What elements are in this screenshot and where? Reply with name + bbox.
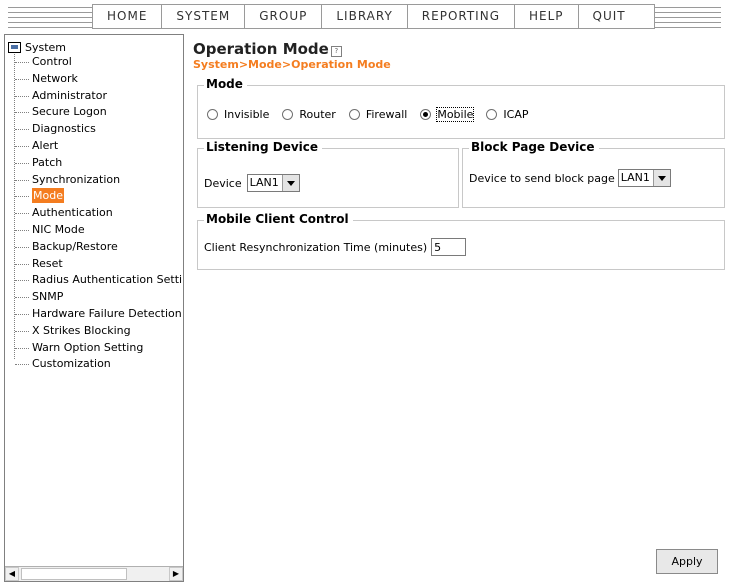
block-page-device-row: Device to send block page LAN1 (469, 169, 671, 187)
radio-firewall[interactable]: Firewall (348, 108, 407, 121)
top-menu-bar: HOME SYSTEM GROUP LIBRARY REPORTING HELP… (0, 0, 729, 30)
menu-items: HOME SYSTEM GROUP LIBRARY REPORTING HELP… (92, 4, 655, 29)
menu-group[interactable]: GROUP (244, 5, 322, 28)
listening-device-title: Listening Device (204, 140, 323, 154)
sidebar-item-x-strikes-blocking[interactable]: X Strikes Blocking (5, 323, 183, 340)
radio-mobile[interactable]: Mobile (420, 107, 475, 122)
page-title-text: Operation Mode (193, 40, 329, 58)
sidebar-item-warn-option-setting[interactable]: Warn Option Setting (5, 340, 183, 357)
sidebar-item-secure-logon[interactable]: Secure Logon (5, 104, 183, 121)
sidebar-tree: System Control Network Administrator Sec… (4, 34, 184, 582)
resync-time-row: Client Resynchronization Time (minutes) (204, 238, 467, 256)
sidebar-item-mode[interactable]: Mode (5, 188, 183, 205)
menu-help[interactable]: HELP (514, 5, 578, 28)
listening-device-select[interactable]: LAN1 (246, 174, 300, 192)
main-content: Operation Mode? System>Mode>Operation Mo… (193, 40, 723, 72)
chevron-down-icon[interactable] (281, 175, 299, 191)
sidebar-item-administrator[interactable]: Administrator (5, 88, 183, 105)
sidebar-item-authentication[interactable]: Authentication (5, 205, 183, 222)
sidebar-item-customization[interactable]: Customization (5, 356, 183, 373)
block-page-device-title: Block Page Device (469, 140, 599, 154)
radio-button-icon[interactable] (207, 109, 218, 120)
listening-device-row: Device LAN1 (204, 174, 300, 192)
radio-button-checked-icon[interactable] (420, 109, 432, 120)
page-title: Operation Mode? (193, 40, 723, 58)
listening-device-value: LAN1 (249, 176, 279, 189)
chevron-down-icon[interactable] (652, 170, 670, 186)
computer-icon (8, 41, 21, 53)
mode-radio-row: Invisible Router Firewall Mobile ICAP (207, 107, 542, 122)
sidebar-item-hardware-failure-detection[interactable]: Hardware Failure Detection (5, 306, 183, 323)
radio-button-icon[interactable] (348, 109, 360, 120)
block-page-device-value: LAN1 (620, 171, 650, 184)
menu-quit[interactable]: QUIT (577, 5, 655, 28)
menu-home[interactable]: HOME (92, 5, 162, 28)
sidebar-item-reset[interactable]: Reset (5, 256, 183, 273)
sidebar-item-network[interactable]: Network (5, 71, 183, 88)
breadcrumb: System>Mode>Operation Mode (193, 58, 391, 71)
radio-button-icon[interactable] (486, 109, 498, 120)
sidebar-item-synchronization[interactable]: Synchronization (5, 172, 183, 189)
menu-system[interactable]: SYSTEM (161, 5, 245, 28)
resync-time-label: Client Resynchronization Time (minutes) (204, 240, 428, 254)
sidebar-item-diagnostics[interactable]: Diagnostics (5, 121, 183, 138)
radio-icap[interactable]: ICAP (486, 108, 529, 121)
sidebar-item-snmp[interactable]: SNMP (5, 289, 183, 306)
sidebar-item-radius-authentication[interactable]: Radius Authentication Setting (5, 272, 183, 289)
scroll-left-icon[interactable]: ◀ (5, 567, 19, 581)
mode-group-title: Mode (204, 77, 247, 91)
resync-time-input[interactable] (431, 238, 467, 256)
block-page-device-select[interactable]: LAN1 (617, 169, 671, 187)
sidebar-item-backup-restore[interactable]: Backup/Restore (5, 239, 183, 256)
mode-group: Mode Invisible Router Firewall Mobile IC… (197, 77, 725, 139)
sidebar-horizontal-scrollbar[interactable]: ◀ ▶ (5, 566, 183, 581)
tree-root-label: System (25, 40, 67, 54)
sidebar-item-alert[interactable]: Alert (5, 138, 183, 155)
device-label: Device (204, 176, 242, 190)
apply-button[interactable]: Apply (656, 549, 718, 574)
listening-device-group: Listening Device Device LAN1 (197, 140, 459, 208)
mobile-client-control-group: Mobile Client Control Client Resynchroni… (197, 212, 725, 270)
sidebar-item-control[interactable]: Control (5, 54, 183, 71)
block-page-label: Device to send block page (469, 171, 615, 185)
menu-reporting[interactable]: REPORTING (406, 5, 514, 28)
radio-button-icon[interactable] (282, 109, 294, 120)
help-icon[interactable]: ? (330, 46, 342, 57)
radio-router[interactable]: Router (282, 108, 336, 121)
tree-list: Control Network Administrator Secure Log… (5, 54, 183, 373)
sidebar-item-patch[interactable]: Patch (5, 155, 183, 172)
radio-invisible[interactable]: Invisible (207, 108, 269, 121)
sidebar-item-nic-mode[interactable]: NIC Mode (5, 222, 183, 239)
scroll-right-icon[interactable]: ▶ (169, 567, 183, 581)
scrollbar-thumb[interactable] (21, 568, 127, 580)
mobile-client-control-title: Mobile Client Control (204, 212, 353, 226)
block-page-device-group: Block Page Device Device to send block p… (462, 140, 725, 208)
menu-library[interactable]: LIBRARY (321, 5, 407, 28)
tree-root-system[interactable]: System (8, 40, 66, 54)
